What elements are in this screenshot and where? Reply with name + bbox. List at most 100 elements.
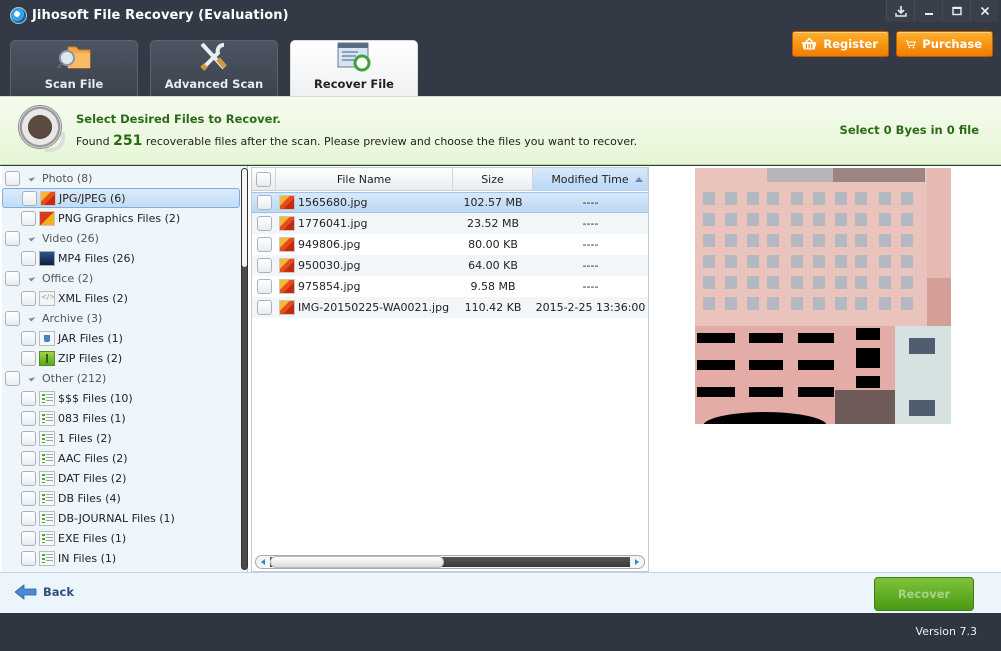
tree-item[interactable]: DB-JOURNAL Files (1) [2,508,240,528]
download-button[interactable] [886,0,914,22]
preview-window-shape [835,192,847,205]
item-checkbox[interactable] [21,250,36,266]
expand-triangle-icon[interactable] [28,234,36,242]
tree-item[interactable]: ZIP Files (2) [2,348,240,368]
column-header-modified-time[interactable]: Modified Time [533,168,648,191]
tree-item[interactable]: DAT Files (2) [2,468,240,488]
tree-item[interactable]: AAC Files (2) [2,448,240,468]
back-button[interactable]: Back [15,584,74,600]
file-row[interactable]: IMG-20150225-WA0021.jpg 110.42 KB 2015-2-2… [252,297,648,318]
item-checkbox[interactable] [21,510,36,526]
tree-category[interactable]: Office (2) [2,268,240,288]
expand-triangle-icon[interactable] [28,174,36,182]
select-all-cell [252,168,276,191]
tree-item[interactable]: EXE Files (1) [2,528,240,548]
column-header-name[interactable]: File Name [276,168,453,191]
preview-window-shape [879,192,891,205]
item-checkbox[interactable] [21,450,36,466]
tree-category[interactable]: Other (212) [2,368,240,388]
select-all-checkbox[interactable] [256,172,271,187]
file-name-cell: 975854.jpg [276,279,453,294]
tree-item[interactable]: MP4 Files (26) [2,248,240,268]
file-row[interactable]: 1565680.jpg 102.57 MB ---- [252,192,648,213]
tab-recover-file[interactable]: Recover File [290,40,418,97]
preview-window-shape [791,213,803,226]
item-checkbox[interactable] [21,290,36,306]
file-name-cell: 950030.jpg [276,258,453,273]
item-checkbox[interactable] [21,430,36,446]
tree-item[interactable]: $$$ Files (10) [2,388,240,408]
tree-category[interactable]: Photo (8) [2,168,240,188]
tree-scrollbar[interactable] [241,168,248,570]
tree-scrollbar-thumb[interactable] [242,169,247,267]
main-area: Photo (8) JPG/JPEG (6) PNG Graphics Files … [0,166,1001,572]
preview-window-shape [725,297,737,310]
tree-category[interactable]: Archive (3) [2,308,240,328]
file-row[interactable]: 1776041.jpg 23.52 MB ---- [252,213,648,234]
item-checkbox[interactable] [21,390,36,406]
tree-item[interactable]: JPG/JPEG (6) [2,188,240,208]
file-checkbox[interactable] [256,216,272,231]
file-checkbox[interactable] [256,195,272,210]
item-checkbox[interactable] [21,550,36,566]
expand-triangle-icon[interactable] [28,374,36,382]
file-checkbox[interactable] [256,300,272,315]
item-checkbox[interactable] [22,190,37,206]
item-label: DB-JOURNAL Files (1) [58,511,175,525]
register-button[interactable]: Register [792,31,889,57]
window-controls [886,0,998,22]
purchase-button[interactable]: Purchase [896,31,993,57]
category-checkbox[interactable] [5,310,20,326]
preview-window-shape [813,297,825,310]
column-header-size[interactable]: Size [453,168,533,191]
preview-window-shape [767,276,779,289]
preview-window-shape [879,234,891,247]
recover-button[interactable]: Recover [874,577,974,611]
item-checkbox[interactable] [21,530,36,546]
category-checkbox[interactable] [5,270,20,286]
info-text-suffix: recoverable files after the scan. Please… [145,135,638,148]
tree-category[interactable]: Video (26) [2,228,240,248]
tab-scan-file[interactable]: Scan File [10,40,138,97]
tree-item[interactable]: 083 Files (1) [2,408,240,428]
file-row[interactable]: 949806.jpg 80.00 KB ---- [252,234,648,255]
preview-window-shape [813,213,825,226]
file-row[interactable]: 975854.jpg 9.58 MB ---- [252,276,648,297]
item-checkbox[interactable] [21,210,36,226]
item-checkbox[interactable] [21,410,36,426]
file-checkbox[interactable] [256,258,272,273]
tree-item[interactable]: JAR Files (1) [2,328,240,348]
tree-item[interactable]: IN Files (1) [2,548,240,568]
tree-item[interactable]: PNG Graphics Files (2) [2,208,240,228]
preview-window-shape [791,192,803,205]
item-checkbox[interactable] [21,490,36,506]
preview-window-shape [767,192,779,205]
file-size: 110.42 KB [464,301,522,314]
item-checkbox[interactable] [21,350,36,366]
tree-item[interactable]: DB Files (4) [2,488,240,508]
expand-triangle-icon[interactable] [28,314,36,322]
hscroll-thumb[interactable] [270,556,444,568]
category-checkbox[interactable] [5,370,20,386]
close-button[interactable] [970,0,998,22]
file-row[interactable]: 950030.jpg 64.00 KB ---- [252,255,648,276]
item-checkbox[interactable] [21,470,36,486]
mp4-file-icon [39,250,55,266]
expand-triangle-icon[interactable] [28,274,36,282]
jar-file-icon [39,330,55,346]
category-checkbox[interactable] [5,230,20,246]
scroll-left-arrow-icon[interactable] [261,559,265,565]
tree-item[interactable]: 1 Files (2) [2,428,240,448]
minimize-button[interactable] [914,0,942,22]
maximize-button[interactable] [942,0,970,22]
file-checkbox[interactable] [256,279,272,294]
tab-advanced-scan[interactable]: Advanced Scan [150,40,278,97]
doc-file-icon [39,470,55,486]
tree-item[interactable]: XML Files (2) [2,288,240,308]
category-checkbox[interactable] [5,170,20,186]
preview-window-shape [835,213,847,226]
file-checkbox[interactable] [256,237,272,252]
file-list-hscrollbar[interactable] [255,555,645,569]
scroll-right-arrow-icon[interactable] [635,559,639,565]
item-checkbox[interactable] [21,330,36,346]
